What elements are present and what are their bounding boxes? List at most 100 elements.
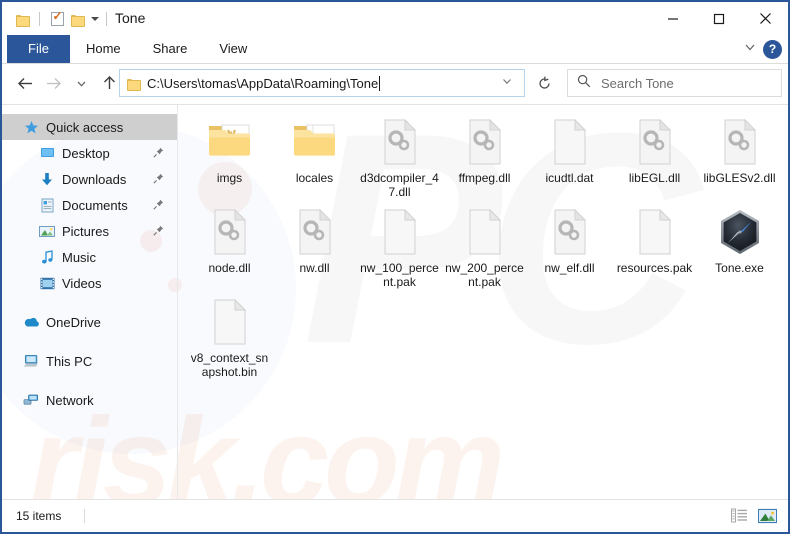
- dll-file-icon: [465, 118, 505, 168]
- close-button[interactable]: [742, 2, 788, 35]
- navigation-pane: Quick access Desktop Downloads Documents…: [2, 105, 178, 499]
- file-name: v8_context_snapshot.bin: [190, 351, 269, 379]
- address-chevron-down-icon[interactable]: [494, 74, 520, 92]
- search-icon: [577, 74, 591, 93]
- forward-button[interactable]: [40, 68, 66, 98]
- file-item[interactable]: nw_100_percent.pak: [357, 203, 442, 293]
- large-icons-view-button[interactable]: [757, 506, 778, 526]
- documents-icon: [37, 196, 57, 214]
- file-name: nw_elf.dll: [544, 261, 595, 275]
- tab-home[interactable]: Home: [70, 35, 137, 63]
- file-item[interactable]: d3dcompiler_47.dll: [357, 113, 442, 203]
- dll-file-icon: [295, 208, 335, 258]
- sidebar-item-documents[interactable]: Documents: [2, 192, 177, 218]
- pin-icon[interactable]: [153, 224, 164, 239]
- network-icon: [21, 391, 41, 409]
- sidebar-item-label: This PC: [46, 353, 93, 369]
- quick-access-toolbar: [12, 9, 114, 29]
- address-input[interactable]: C:\Users\tomas\AppData\Roaming\Tone: [147, 75, 494, 91]
- file-item[interactable]: locales: [272, 113, 357, 203]
- dll-file-icon: [720, 118, 760, 168]
- file-item[interactable]: Tone.exe: [697, 203, 782, 293]
- dll-file-icon: [635, 118, 675, 168]
- properties-icon[interactable]: [47, 9, 67, 29]
- sidebar-item-network[interactable]: Network: [2, 387, 177, 413]
- file-item[interactable]: nw_200_percent.pak: [442, 203, 527, 293]
- sidebar-item-videos[interactable]: Videos: [2, 270, 177, 296]
- file-name: imgs: [216, 171, 243, 185]
- folder-icon[interactable]: [12, 9, 32, 29]
- tab-view[interactable]: View: [203, 35, 263, 63]
- tab-share[interactable]: Share: [137, 35, 204, 63]
- file-name: d3dcompiler_47.dll: [360, 171, 439, 199]
- generic-file-icon: [210, 298, 250, 348]
- sidebar-item-downloads[interactable]: Downloads: [2, 166, 177, 192]
- address-path-text: C:\Users\tomas\AppData\Roaming\Tone: [147, 75, 379, 91]
- search-box[interactable]: Search Tone: [567, 69, 782, 97]
- file-item[interactable]: resources.pak: [612, 203, 697, 293]
- file-item[interactable]: icudtl.dat: [527, 113, 612, 203]
- dll-file-icon: [380, 118, 420, 168]
- chevron-down-icon[interactable]: [743, 40, 757, 59]
- refresh-button[interactable]: [530, 69, 558, 97]
- recent-locations-button[interactable]: [68, 68, 94, 98]
- downloads-icon: [37, 170, 57, 188]
- address-bar[interactable]: C:\Users\tomas\AppData\Roaming\Tone: [119, 69, 525, 97]
- file-item[interactable]: libEGL.dll: [612, 113, 697, 203]
- file-item[interactable]: v8_context_snapshot.bin: [187, 293, 272, 383]
- search-placeholder: Search Tone: [601, 75, 674, 91]
- navigation-buttons: [12, 64, 122, 102]
- back-button[interactable]: [12, 68, 38, 98]
- sidebar-item-label: Quick access: [46, 119, 124, 135]
- ribbon-tab-bar: File Home Share View ?: [2, 35, 788, 63]
- file-name: resources.pak: [616, 261, 693, 275]
- sidebar-item-label: Pictures: [62, 223, 109, 239]
- onedrive-icon: [21, 313, 41, 331]
- ribbon-right-controls: ?: [743, 35, 782, 63]
- details-view-button[interactable]: [729, 506, 750, 526]
- file-grid: imgs locales d3dcompiler_47.dll ffmpeg.d…: [187, 113, 788, 383]
- dll-file-icon: [210, 208, 250, 258]
- address-bar-row: C:\Users\tomas\AppData\Roaming\Tone Sear…: [2, 64, 788, 102]
- file-name: Tone.exe: [715, 261, 764, 275]
- title-bar: Tone: [2, 2, 788, 35]
- generic-file-icon: [465, 208, 505, 258]
- file-name: libGLESv2.dll: [703, 171, 776, 185]
- music-icon: [37, 248, 57, 266]
- file-item[interactable]: ffmpeg.dll: [442, 113, 527, 203]
- pin-icon[interactable]: [153, 198, 164, 213]
- file-item[interactable]: node.dll: [187, 203, 272, 293]
- tab-file[interactable]: File: [7, 35, 70, 63]
- sidebar-item-label: Documents: [62, 197, 128, 213]
- maximize-button[interactable]: [696, 2, 742, 35]
- pin-icon[interactable]: [153, 146, 164, 161]
- help-icon[interactable]: ?: [763, 39, 782, 59]
- file-list-pane[interactable]: imgs locales d3dcompiler_47.dll ffmpeg.d…: [179, 105, 788, 499]
- sidebar-item-music[interactable]: Music: [2, 244, 177, 270]
- file-item[interactable]: nw.dll: [272, 203, 357, 293]
- generic-file-icon: [380, 208, 420, 258]
- sidebar-item-quick-access[interactable]: Quick access: [2, 114, 177, 140]
- desktop-icon: [37, 144, 57, 162]
- file-name: libEGL.dll: [628, 171, 681, 185]
- new-folder-icon[interactable]: [67, 9, 87, 29]
- customize-caret-icon[interactable]: [91, 17, 99, 21]
- sidebar-item-desktop[interactable]: Desktop: [2, 140, 177, 166]
- sidebar-item-label: Downloads: [62, 171, 127, 187]
- videos-icon: [37, 274, 57, 292]
- file-name: nw_100_percent.pak: [360, 261, 439, 289]
- sidebar-item-this-pc[interactable]: This PC: [2, 348, 177, 374]
- file-item[interactable]: libGLESv2.dll: [697, 113, 782, 203]
- file-item[interactable]: imgs: [187, 113, 272, 203]
- minimize-button[interactable]: [650, 2, 696, 35]
- generic-file-icon: [550, 118, 590, 168]
- sidebar-item-pictures[interactable]: Pictures: [2, 218, 177, 244]
- window-title: Tone: [115, 10, 146, 26]
- sidebar-item-label: Music: [62, 249, 96, 265]
- pin-icon[interactable]: [153, 172, 164, 187]
- toolbar-divider: [39, 12, 40, 26]
- sidebar-item-onedrive[interactable]: OneDrive: [2, 309, 177, 335]
- file-item[interactable]: nw_elf.dll: [527, 203, 612, 293]
- text-cursor: [379, 75, 381, 91]
